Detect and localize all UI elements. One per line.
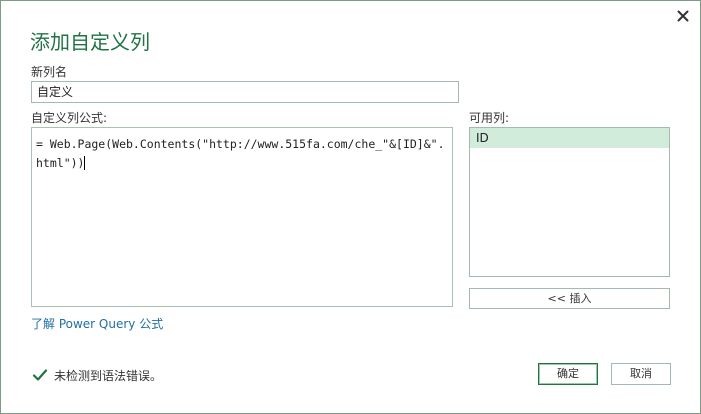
new-column-name-label: 新列名: [31, 65, 68, 79]
cancel-button[interactable]: 取消: [611, 363, 671, 385]
formula-text: = Web.Page(Web.Contents("http://www.515f…: [36, 137, 445, 170]
insert-button[interactable]: << 插入: [469, 288, 670, 309]
close-button[interactable]: [673, 6, 693, 26]
learn-power-query-link[interactable]: 了解 Power Query 公式: [31, 316, 163, 332]
column-item-id[interactable]: ID: [470, 128, 669, 148]
check-icon: [31, 366, 49, 384]
syntax-status: 未检测到语法错误。: [31, 366, 162, 384]
syntax-status-text: 未检测到语法错误。: [54, 368, 163, 383]
add-custom-column-dialog: 添加自定义列 新列名 自定义列公式: = Web.Page(Web.Conten…: [0, 0, 701, 414]
new-column-name-input[interactable]: [31, 81, 459, 103]
dialog-title: 添加自定义列: [30, 30, 150, 54]
available-columns-list[interactable]: ID: [469, 127, 670, 277]
close-icon: [677, 10, 689, 22]
custom-formula-editor[interactable]: = Web.Page(Web.Contents("http://www.515f…: [31, 127, 453, 307]
available-columns-label: 可用列:: [469, 111, 510, 125]
ok-button[interactable]: 确定: [538, 363, 598, 385]
text-caret: [84, 156, 86, 170]
custom-formula-label: 自定义列公式:: [31, 111, 108, 125]
